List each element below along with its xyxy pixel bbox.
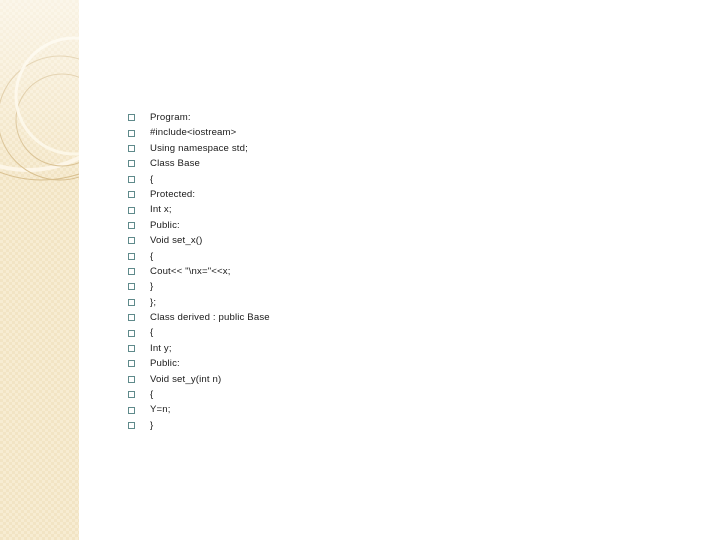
slide-canvas: Program: #include<iostream> Using namesp… [0,0,720,540]
code-line-text: Protected: [150,188,196,200]
list-item: } [108,418,668,433]
code-line-text: } [150,281,154,293]
code-line-text: { [150,173,154,185]
code-line-text: Void set_x() [150,235,203,247]
square-bullet-icon [128,175,135,183]
square-bullet-icon [128,206,135,214]
sidebar-decorative-arcs [0,36,79,181]
square-bullet-icon [128,283,135,291]
square-bullet-icon [128,375,135,383]
square-bullet-icon [128,391,135,399]
square-bullet-icon [128,268,135,276]
code-line-text: { [150,389,154,401]
list-item: { [108,387,668,402]
list-item: Int x; [108,202,668,217]
square-bullet-icon [128,298,135,306]
code-line-text: } [150,419,154,431]
list-item: { [108,249,668,264]
code-line-text: }; [150,296,157,308]
code-line-text: { [150,250,154,262]
code-line-text: Cout<< "\nx="<<x; [150,265,231,277]
code-listing: Program: #include<iostream> Using namesp… [108,110,668,433]
code-line-text: Int y; [150,342,172,354]
code-line-text: Public: [150,358,180,370]
code-line-text: Y=n; [150,404,171,416]
list-item: { [108,172,668,187]
square-bullet-icon [128,329,135,337]
list-item: Int y; [108,341,668,356]
square-bullet-icon [128,144,135,152]
square-bullet-icon [128,314,135,322]
list-item: Using namespace std; [108,141,668,156]
square-bullet-icon [128,422,135,429]
decorative-sidebar [0,0,79,540]
list-item: Y=n; [108,402,668,417]
square-bullet-icon [128,160,135,168]
list-item: Public: [108,218,668,233]
square-bullet-icon [128,191,135,199]
code-line-text: Class derived : public Base [150,312,270,324]
code-line-text: #include<iostream> [150,127,237,139]
square-bullet-icon [128,114,135,122]
list-item: Class Base [108,156,668,171]
square-bullet-icon [128,221,135,229]
list-item: Program: [108,110,668,125]
list-item: Cout<< "\nx="<<x; [108,264,668,279]
list-item: Protected: [108,187,668,202]
list-item: }; [108,295,668,310]
code-line-text: Program: [150,112,191,123]
square-bullet-icon [128,345,135,353]
code-line-text: Class Base [150,158,201,170]
square-bullet-icon [128,237,135,245]
list-item: Public: [108,356,668,371]
list-item: } [108,279,668,294]
code-line-text: Void set_y(int n) [150,373,222,385]
list-item: Void set_x() [108,233,668,248]
square-bullet-icon [128,129,135,137]
square-bullet-icon [128,406,135,414]
list-item: #include<iostream> [108,125,668,140]
square-bullet-icon [128,252,135,260]
square-bullet-icon [128,360,135,368]
list-item: Class derived : public Base [108,310,668,325]
code-line-text: { [150,327,154,339]
list-item: { [108,325,668,340]
code-line-text: Using namespace std; [150,142,248,154]
list-item: Void set_y(int n) [108,372,668,387]
code-line-text: Public: [150,219,180,231]
code-line-text: Int x; [150,204,172,216]
